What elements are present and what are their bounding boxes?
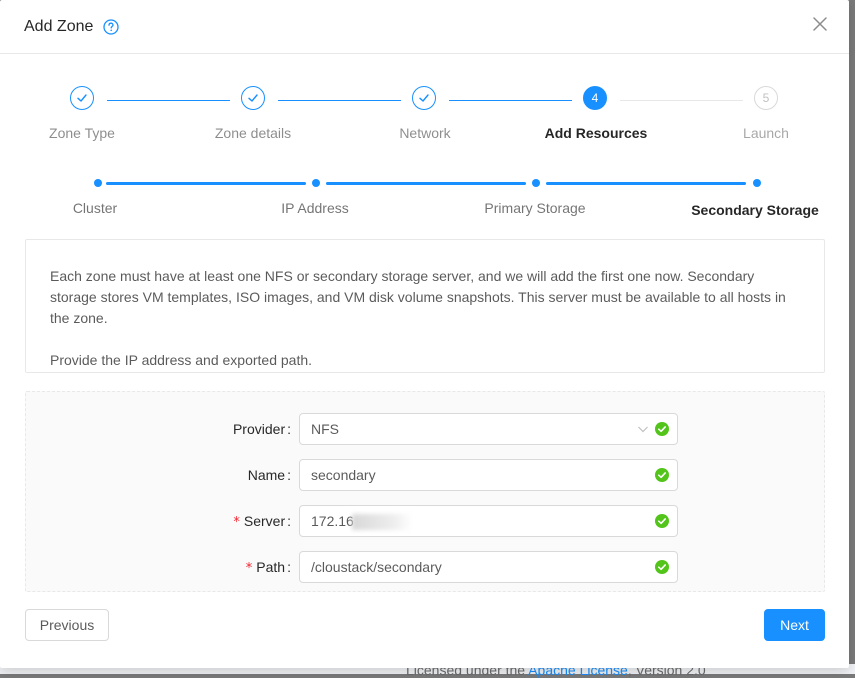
path-input[interactable]: /cloustack/secondary (299, 551, 678, 583)
close-icon[interactable] (813, 17, 829, 33)
path-label: * Path: (245, 559, 291, 576)
secondary-storage-form: Provider: NFS Name: secondary * Server:… (25, 391, 825, 592)
step-2-check-icon (241, 86, 265, 110)
redacted-blur (351, 514, 412, 531)
server-label: * Server: (233, 513, 291, 530)
step-connector (107, 100, 230, 101)
substep-dot (532, 179, 540, 187)
chevron-down-icon (637, 423, 649, 435)
description-box: Each zone must have at least one NFS or … (25, 239, 825, 373)
step-connector (449, 100, 572, 101)
next-button[interactable]: Next (764, 609, 825, 641)
substep-connector (326, 182, 526, 185)
form-row-path: * Path: /cloustack/secondary (26, 551, 826, 583)
check-circle-icon (655, 514, 669, 528)
step-connector (620, 100, 743, 101)
step-3-check-icon (412, 86, 436, 110)
step-label-add-resources: Add Resources (544, 125, 648, 141)
substep-label-ip-address: IP Address (281, 200, 349, 216)
modal-header: Add Zone (0, 0, 849, 54)
description-instruction: Provide the IP address and exported path… (50, 352, 313, 368)
step-connector (278, 100, 401, 101)
check-circle-icon (655, 560, 669, 574)
name-input[interactable]: secondary (299, 459, 678, 491)
previous-button[interactable]: Previous (25, 609, 109, 641)
substep-dot (94, 179, 102, 187)
server-input[interactable]: 172.16 (299, 505, 678, 537)
check-circle-icon (655, 422, 669, 436)
form-row-name: Name: secondary (26, 459, 826, 491)
substep-label-secondary-storage: Secondary Storage (691, 202, 819, 218)
server-value: 172.16 (311, 513, 354, 529)
step-1-check-icon (70, 86, 94, 110)
substep-dot (312, 179, 320, 187)
substep-connector (546, 182, 746, 185)
modal-title: Add Zone (24, 17, 94, 35)
provider-value: NFS (311, 421, 339, 437)
step-label-network: Network (399, 125, 451, 141)
step-label-zone-type: Zone Type (49, 125, 115, 141)
form-row-server: * Server: 172.16 (26, 505, 826, 537)
description-text: Each zone must have at least one NFS or … (50, 268, 786, 326)
substep-connector (106, 182, 306, 185)
name-value: secondary (311, 467, 376, 483)
substep-dot (753, 179, 761, 187)
provider-label: Provider: (232, 421, 291, 437)
question-circle-icon[interactable] (103, 18, 120, 35)
name-label: Name: (247, 467, 291, 483)
substep-label-primary-storage: Primary Storage (484, 200, 586, 216)
form-row-provider: Provider: NFS (26, 413, 826, 445)
add-zone-modal: Add Zone 4 5 Zone Type Zone details Netw… (0, 0, 849, 668)
path-value: /cloustack/secondary (311, 559, 442, 575)
substep-label-cluster: Cluster (72, 200, 118, 216)
step-4-number: 4 (583, 86, 607, 110)
resource-substeps: Cluster IP Address Primary Storage Secon… (0, 175, 849, 225)
provider-select[interactable]: NFS (299, 413, 678, 445)
step-label-zone-details: Zone details (214, 125, 292, 141)
step-5-number: 5 (754, 86, 778, 110)
check-circle-icon (655, 468, 669, 482)
wizard-steps: 4 5 Zone Type Zone details Network Add R… (0, 86, 849, 146)
step-label-launch: Launch (743, 125, 789, 141)
